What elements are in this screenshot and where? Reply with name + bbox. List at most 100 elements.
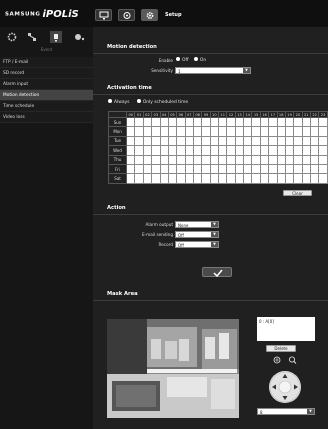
schedule-cell[interactable] — [217, 116, 228, 128]
schedule-cell[interactable] — [151, 145, 161, 156]
network-icon[interactable] — [26, 31, 38, 43]
schedule-cell[interactable] — [176, 116, 186, 128]
schedule-cell[interactable] — [251, 173, 261, 184]
schedule-cell[interactable] — [134, 145, 144, 156]
schedule-cell[interactable] — [284, 145, 295, 156]
schedule-cell[interactable] — [159, 116, 169, 128]
schedule-cell[interactable] — [217, 145, 228, 156]
schedule-cell[interactable] — [234, 116, 245, 128]
schedule-cell[interactable] — [134, 116, 144, 128]
schedule-cell[interactable] — [226, 154, 236, 165]
schedule-cell[interactable] — [217, 126, 228, 137]
schedule-cell[interactable] — [201, 135, 211, 147]
schedule-cell[interactable] — [134, 154, 144, 165]
schedule-cell[interactable] — [167, 126, 178, 137]
schedule-cell[interactable] — [243, 116, 253, 128]
schedule-cell[interactable] — [251, 116, 261, 128]
schedule-cell[interactable] — [192, 163, 203, 175]
schedule-cell[interactable] — [284, 116, 295, 128]
schedule-cell[interactable] — [309, 154, 320, 165]
schedule-cell[interactable] — [159, 145, 169, 156]
schedule-cell[interactable] — [167, 163, 178, 175]
enable-on-radio[interactable]: On — [193, 57, 206, 63]
schedule-cell[interactable] — [251, 154, 261, 165]
schedule-cell[interactable] — [151, 163, 161, 175]
schedule-cell[interactable] — [159, 126, 169, 137]
schedule-cell[interactable] — [251, 163, 261, 175]
schedule-cell[interactable] — [318, 163, 328, 175]
schedule-cell[interactable] — [226, 145, 236, 156]
schedule-cell[interactable] — [209, 135, 220, 147]
sidebar-item-alarm-input[interactable]: Alarm input — [0, 79, 93, 90]
schedule-cell[interactable] — [176, 135, 186, 147]
schedule-cell[interactable] — [209, 126, 220, 137]
schedule-cell[interactable] — [276, 163, 286, 175]
setup-button[interactable] — [141, 9, 158, 21]
schedule-cell[interactable] — [268, 116, 278, 128]
always-radio[interactable]: Always — [108, 99, 129, 105]
mask-list-item[interactable]: 0 : A[0] — [259, 319, 274, 324]
schedule-cell[interactable] — [276, 154, 286, 165]
schedule-cell[interactable] — [259, 154, 270, 165]
schedule-cell[interactable] — [243, 145, 253, 156]
schedule-cell[interactable] — [134, 173, 144, 184]
schedule-cell[interactable] — [176, 173, 186, 184]
schedule-cell[interactable] — [293, 163, 303, 175]
schedule-cell[interactable] — [226, 173, 236, 184]
schedule-cell[interactable] — [201, 154, 211, 165]
schedule-cell[interactable] — [167, 154, 178, 165]
event-icon[interactable] — [50, 31, 62, 43]
schedule-cell[interactable] — [134, 135, 144, 147]
schedule-cell[interactable] — [259, 145, 270, 156]
schedule-cell[interactable] — [126, 145, 136, 156]
scheduled-radio[interactable]: Only scheduled time — [136, 99, 188, 105]
schedule-cell[interactable] — [159, 173, 169, 184]
schedule-cell[interactable] — [151, 116, 161, 128]
schedule-cell[interactable] — [293, 116, 303, 128]
schedule-cell[interactable] — [318, 116, 328, 128]
sensitivity-select[interactable]: 1 ▼ — [175, 67, 251, 74]
alarm-output-select[interactable]: None ▼ — [175, 221, 219, 228]
schedule-cell[interactable] — [192, 154, 203, 165]
schedule-cell[interactable] — [318, 154, 328, 165]
schedule-cell[interactable] — [318, 135, 328, 147]
schedule-cell[interactable] — [201, 126, 211, 137]
schedule-cell[interactable] — [243, 154, 253, 165]
email-sending-select[interactable]: Off ▼ — [175, 231, 219, 238]
schedule-cell[interactable] — [301, 173, 311, 184]
schedule-cell[interactable] — [151, 135, 161, 147]
schedule-cell[interactable] — [268, 163, 278, 175]
zoom-icon[interactable] — [288, 356, 297, 364]
schedule-cell[interactable] — [209, 154, 220, 165]
schedule-cell[interactable] — [167, 173, 178, 184]
schedule-cell[interactable] — [134, 126, 144, 137]
schedule-cell[interactable] — [167, 135, 178, 147]
schedule-cell[interactable] — [284, 163, 295, 175]
schedule-cell[interactable] — [301, 145, 311, 156]
schedule-cell[interactable] — [209, 145, 220, 156]
schedule-cell[interactable] — [318, 145, 328, 156]
schedule-cell[interactable] — [142, 126, 153, 137]
schedule-cell[interactable] — [259, 163, 270, 175]
schedule-cell[interactable] — [159, 154, 169, 165]
schedule-cell[interactable] — [167, 116, 178, 128]
schedule-cell[interactable] — [184, 126, 194, 137]
schedule-cell[interactable] — [234, 154, 245, 165]
schedule-cell[interactable] — [192, 145, 203, 156]
schedule-cell[interactable] — [184, 163, 194, 175]
schedule-cell[interactable] — [234, 173, 245, 184]
schedule-cell[interactable] — [226, 116, 236, 128]
schedule-cell[interactable] — [284, 135, 295, 147]
schedule-cell[interactable] — [201, 145, 211, 156]
schedule-cell[interactable] — [251, 135, 261, 147]
schedule-cell[interactable] — [259, 116, 270, 128]
system-icon[interactable] — [73, 31, 85, 43]
schedule-cell[interactable] — [259, 135, 270, 147]
schedule-grid[interactable]: 00 01 02 03 04 05 06 07 08 09 10 11 12 13 14 15 16 17 18 19… — [107, 111, 328, 184]
schedule-cell[interactable] — [209, 116, 220, 128]
settings-icon[interactable] — [6, 31, 18, 43]
schedule-cell[interactable] — [301, 126, 311, 137]
schedule-cell[interactable] — [167, 145, 178, 156]
schedule-cell[interactable] — [276, 173, 286, 184]
schedule-cell[interactable] — [276, 126, 286, 137]
